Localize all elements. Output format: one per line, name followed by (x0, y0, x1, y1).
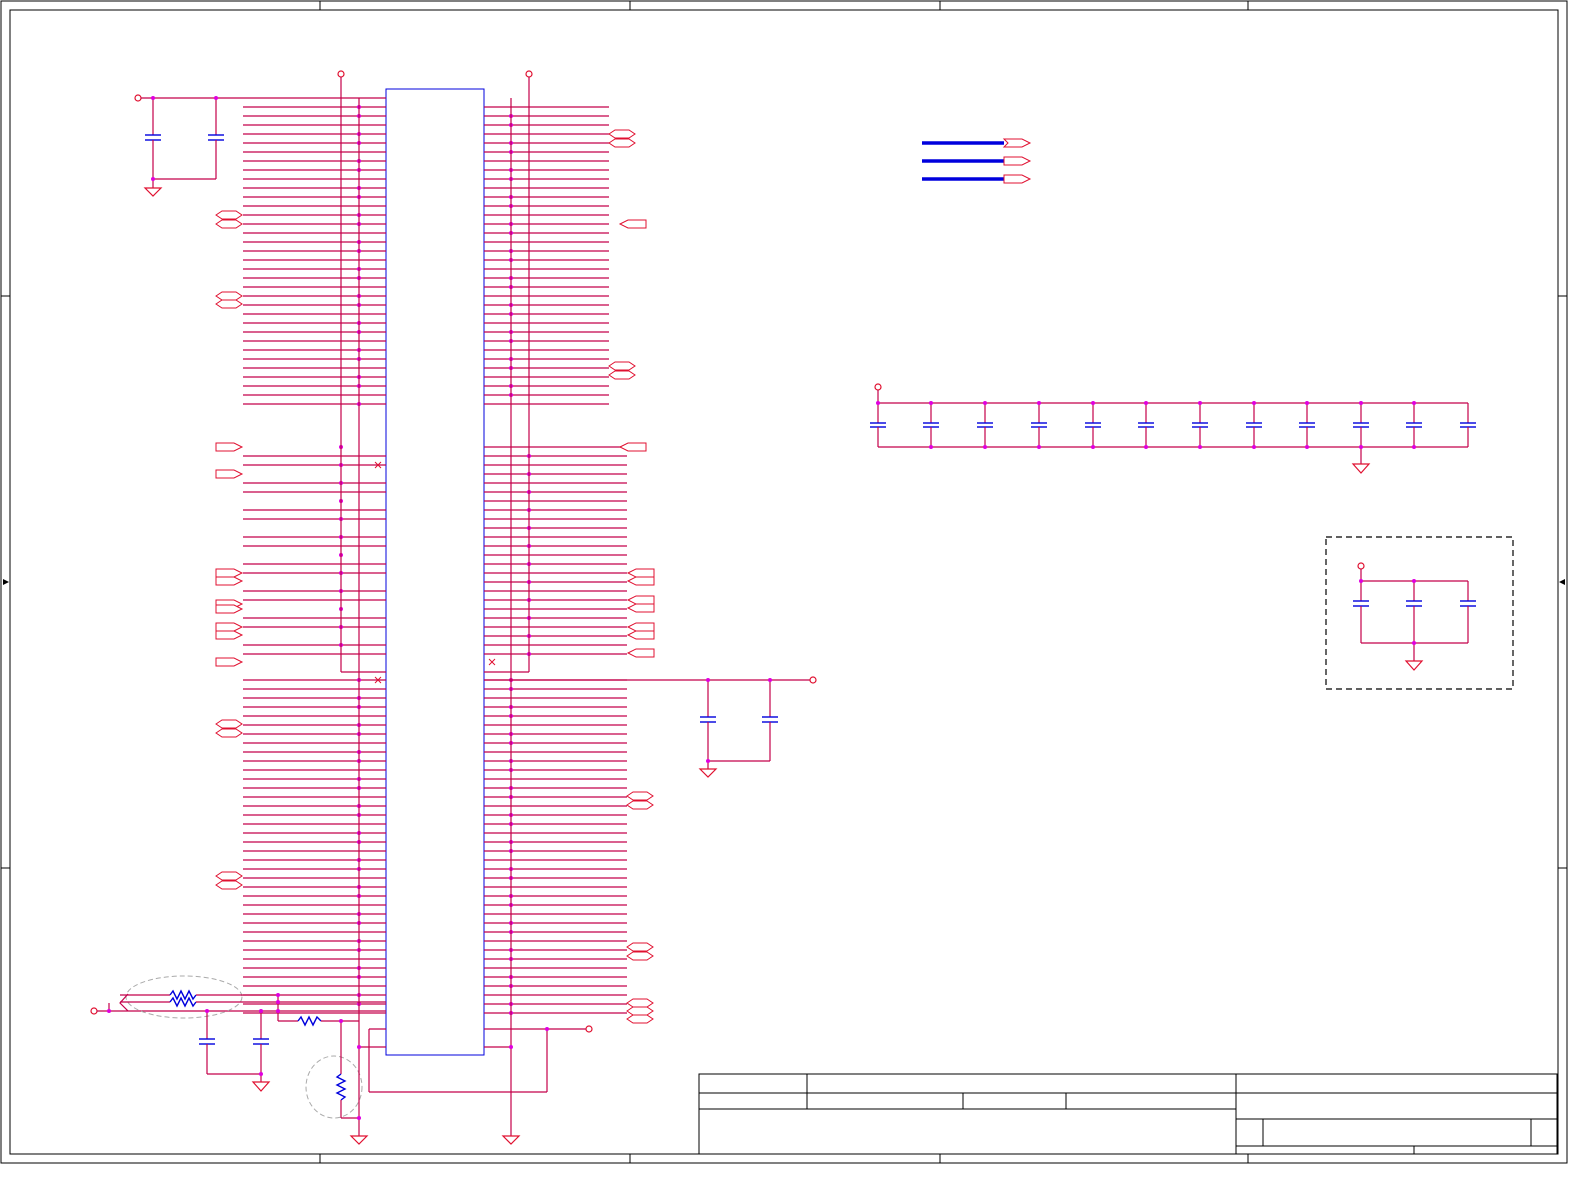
output-port (626, 576, 655, 586)
bottom-ground-returns (349, 98, 593, 1145)
bidir-port (215, 719, 243, 729)
bidir-port (608, 138, 636, 148)
bidir-port (626, 942, 654, 952)
input-port (215, 568, 244, 578)
bottom-left-rc-network (90, 975, 386, 1119)
bidir-port (608, 370, 636, 380)
junction-dot (1252, 401, 1256, 405)
output-port (626, 603, 655, 613)
pin-wires (243, 106, 627, 1014)
bidir-port (626, 998, 654, 1008)
junction-dot (1359, 579, 1363, 583)
junction-dot (1144, 401, 1148, 405)
input-port (215, 442, 244, 452)
junction-dot (1412, 445, 1416, 449)
output-port (626, 568, 655, 578)
bus-net-labels (922, 138, 1032, 184)
title-block (698, 1073, 1558, 1155)
bidir-port (608, 129, 636, 139)
bidir-port (626, 791, 654, 801)
bidir-port (215, 219, 243, 229)
optional-cap-group (1325, 536, 1514, 690)
connector-body (385, 88, 485, 1056)
junction-dot (1037, 445, 1041, 449)
decoupling-caps-topleft (141, 96, 386, 197)
decoupling-caps-mid (484, 676, 817, 778)
junction-dot (1198, 445, 1202, 449)
junction-dot (1037, 401, 1041, 405)
junction-dot (1091, 445, 1095, 449)
junction-dot (929, 445, 933, 449)
junction-dot (1359, 445, 1363, 449)
junction-dot (1252, 445, 1256, 449)
bidir-port (215, 299, 243, 309)
junction-dot (1305, 401, 1309, 405)
output-port (626, 630, 655, 640)
junction-dot (876, 401, 880, 405)
input-port (215, 469, 244, 479)
output-port (626, 622, 655, 632)
junction-dot (1412, 579, 1416, 583)
junction-dot (983, 401, 987, 405)
output-port (618, 442, 647, 452)
net-ports (215, 129, 655, 1024)
bidir-port (215, 880, 243, 890)
junction-dot (983, 445, 987, 449)
bidir-port (215, 291, 243, 301)
bidir-port (626, 1006, 654, 1016)
junction-dot (1198, 401, 1202, 405)
bidir-port (608, 361, 636, 371)
output-port (626, 648, 655, 658)
output-port (618, 219, 647, 229)
junction-dot (1359, 401, 1363, 405)
input-port (215, 630, 244, 640)
junction-dot (1412, 401, 1416, 405)
bidir-port (626, 951, 654, 961)
junction-dot (1305, 445, 1309, 449)
capacitor-bank (870, 383, 1476, 474)
junction-dot (929, 401, 933, 405)
input-port (215, 622, 244, 632)
bidir-port (215, 728, 243, 738)
junction-dot (1144, 445, 1148, 449)
input-port (215, 576, 244, 586)
input-port (215, 657, 244, 667)
junction-dot (1412, 641, 1416, 645)
bidir-port (215, 871, 243, 881)
output-port (626, 595, 655, 605)
bidir-port (626, 800, 654, 810)
schematic-sheet (0, 0, 1568, 1164)
junction-dot (1091, 401, 1095, 405)
bidir-port (626, 1014, 654, 1024)
bidir-port (215, 210, 243, 220)
